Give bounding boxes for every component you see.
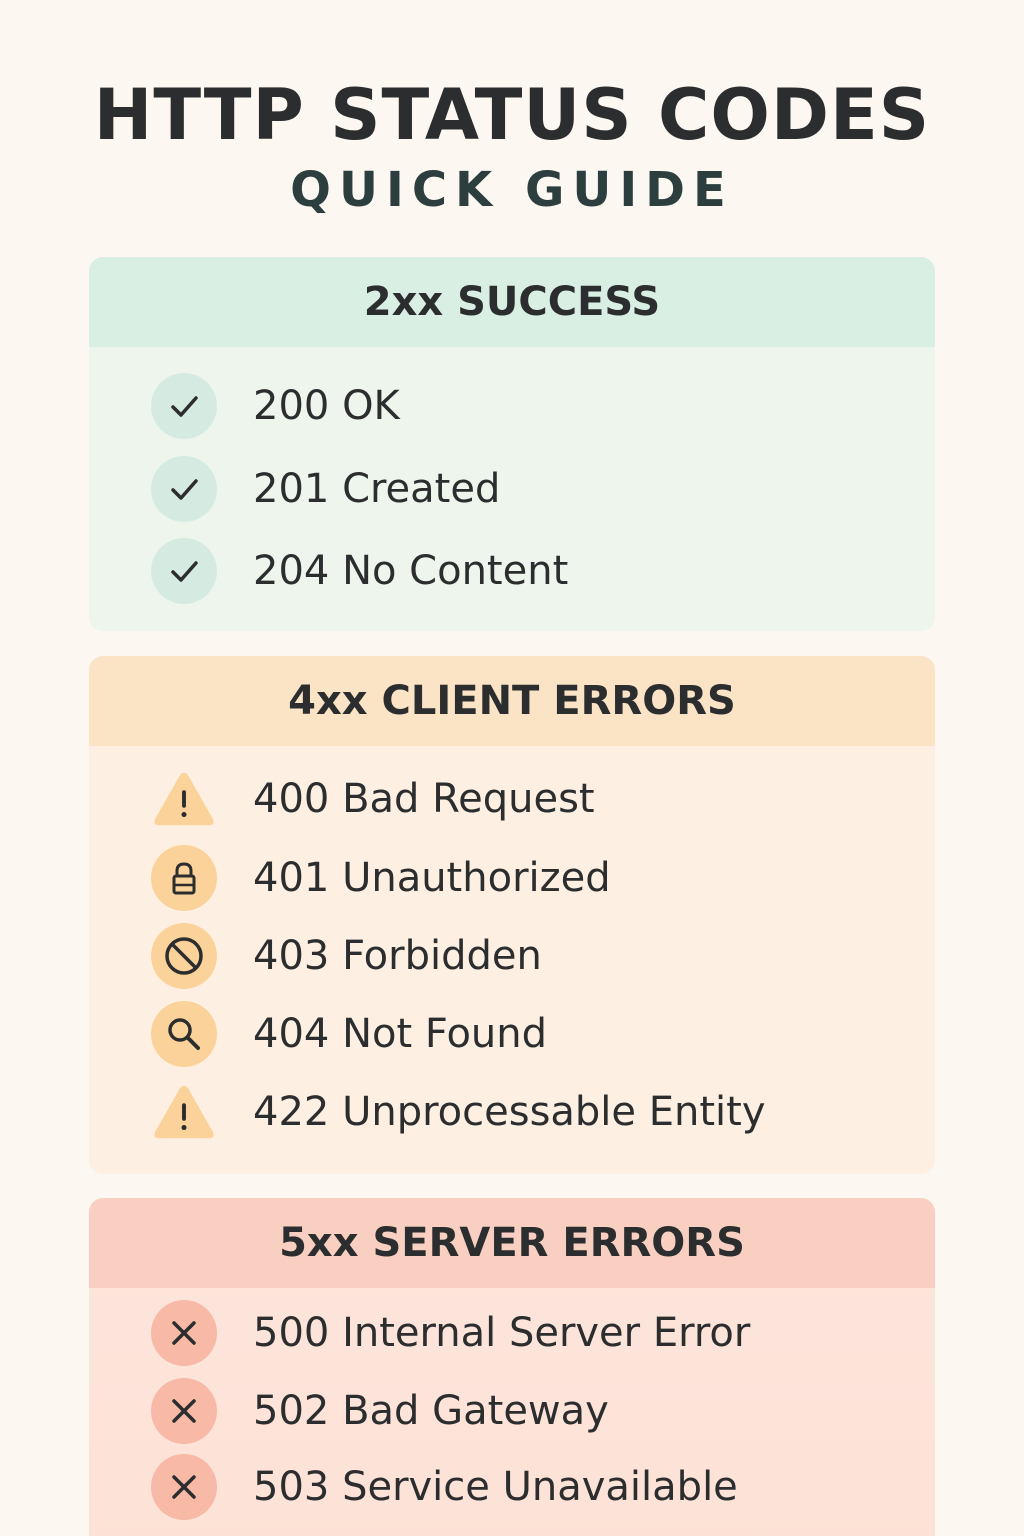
- status-label: 401 Unauthorized: [253, 855, 611, 901]
- lock-icon: [151, 845, 217, 911]
- status-item: 503 Service Unavailable: [151, 1452, 738, 1522]
- warning-icon: [151, 766, 217, 832]
- prohibited-icon: [151, 923, 217, 989]
- section-server-errors: 5xx SERVER ERRORS 500 Internal Server Er…: [89, 1198, 935, 1536]
- section-title: 2xx SUCCESS: [89, 257, 935, 347]
- status-label: 403 Forbidden: [253, 933, 542, 979]
- status-label: 201 Created: [253, 466, 501, 512]
- status-label: 200 OK: [253, 383, 400, 429]
- page-title: HTTP STATUS CODES: [93, 74, 931, 156]
- section-title: 4xx CLIENT ERRORS: [89, 656, 935, 746]
- section-success: 2xx SUCCESS 200 OK 201 Created 204 No Co…: [89, 257, 935, 631]
- status-label: 503 Service Unavailable: [253, 1464, 738, 1510]
- check-icon: [151, 456, 217, 522]
- status-item: 502 Bad Gateway: [151, 1376, 609, 1446]
- status-item: 404 Not Found: [151, 999, 547, 1069]
- status-item: 201 Created: [151, 454, 500, 524]
- warning-icon: [151, 1079, 217, 1145]
- status-item: 400 Bad Request: [151, 764, 595, 834]
- status-label: 204 No Content: [253, 548, 569, 594]
- x-icon: [151, 1454, 217, 1520]
- status-label: 500 Internal Server Error: [253, 1310, 751, 1356]
- page-subtitle: QUICK GUIDE: [290, 162, 734, 218]
- status-label: 400 Bad Request: [253, 776, 595, 822]
- status-item: 422 Unprocessable Entity: [151, 1077, 766, 1147]
- status-item: 200 OK: [151, 371, 400, 441]
- status-item: 403 Forbidden: [151, 921, 542, 991]
- status-label: 502 Bad Gateway: [253, 1388, 609, 1434]
- status-item: 204 No Content: [151, 536, 568, 606]
- status-label: 422 Unprocessable Entity: [253, 1089, 766, 1135]
- status-item: 500 Internal Server Error: [151, 1298, 750, 1368]
- section-title: 5xx SERVER ERRORS: [89, 1198, 935, 1288]
- x-icon: [151, 1300, 217, 1366]
- page: HTTP STATUS CODES QUICK GUIDE 2xx SUCCES…: [0, 0, 1024, 1536]
- section-client-errors: 4xx CLIENT ERRORS 400 Bad Request 401 Un…: [89, 656, 935, 1174]
- check-icon: [151, 538, 217, 604]
- status-label: 404 Not Found: [253, 1011, 548, 1057]
- check-icon: [151, 373, 217, 439]
- status-item: 401 Unauthorized: [151, 843, 611, 913]
- x-icon: [151, 1378, 217, 1444]
- search-icon: [151, 1001, 217, 1067]
